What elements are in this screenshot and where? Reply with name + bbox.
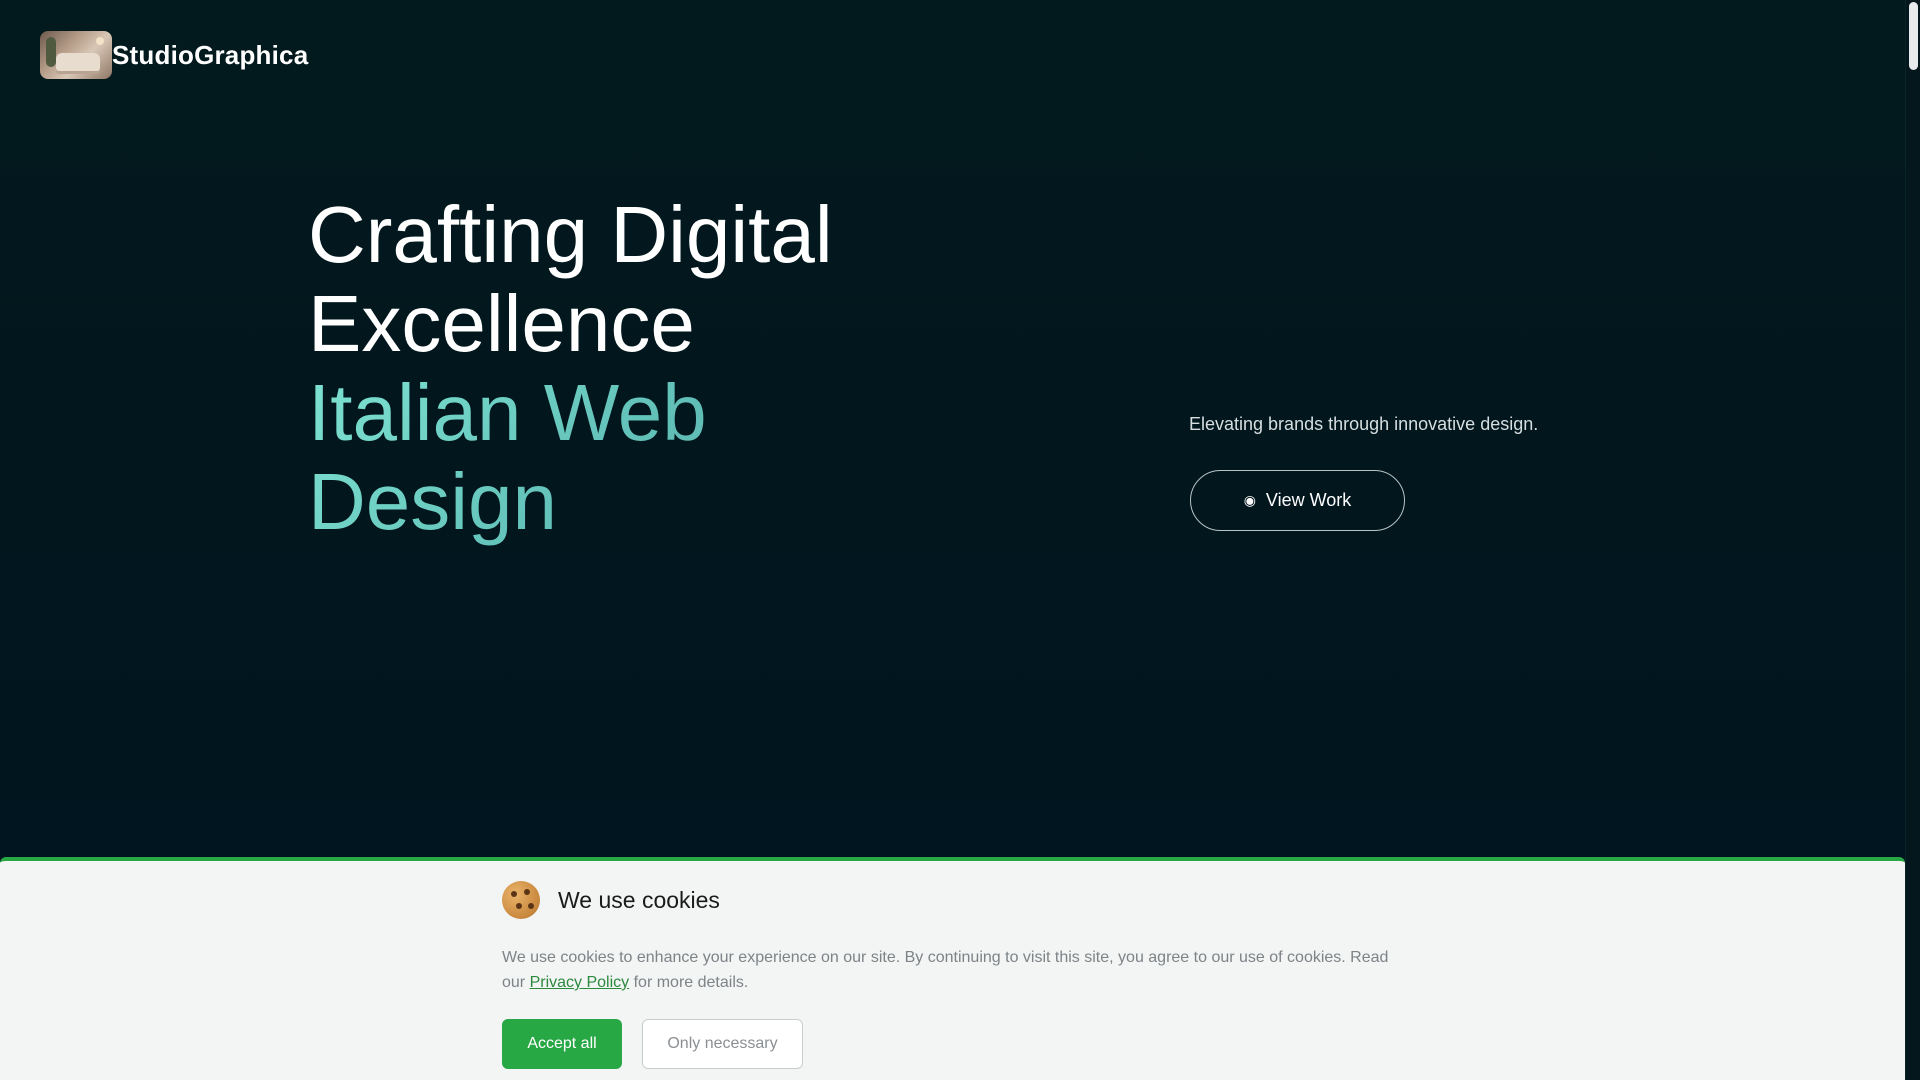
cookie-chip [511,891,517,897]
view-work-label: View Work [1265,490,1352,510]
brand-name[interactable]: StudioGraphica [112,40,308,71]
logo-plant-shape [46,37,56,67]
cookie-icon [502,881,540,919]
cookie-banner-header: We use cookies [502,881,1402,919]
cookie-buttons: Accept all Only necessary [502,1019,1402,1069]
view-work-button[interactable]: ◉ View Work [1190,470,1405,531]
cookie-chip [524,889,530,895]
hero-tagline: Elevating brands through innovative desi… [1189,414,1539,434]
hero-title-line2: Italian Web Design [308,368,928,546]
site-header: StudioGraphica [40,30,308,80]
cookie-banner-title: We use cookies [558,886,720,913]
eye-icon: ◉ [1243,492,1256,508]
cookie-banner: We use cookies We use cookies to enhance… [0,857,1905,1080]
privacy-policy-link[interactable]: Privacy Policy [530,974,630,991]
only-necessary-button[interactable]: Only necessary [642,1019,803,1069]
logo-lamp-shape [96,37,104,45]
hero-title: Crafting Digital Excellence Italian Web … [308,190,928,546]
hero-title-line1: Crafting Digital Excellence [308,190,833,368]
logo-image[interactable] [40,31,112,79]
accept-all-button[interactable]: Accept all [502,1019,622,1069]
cookie-chip [528,903,534,909]
logo-sofa-shape [56,53,100,71]
cookie-chip [516,903,522,909]
cookie-text-end: for more details. [629,974,749,991]
scrollbar[interactable] [1905,0,1920,1080]
cookie-banner-content: We use cookies We use cookies to enhance… [502,881,1402,1069]
scrollbar-thumb[interactable] [1909,2,1918,70]
page: StudioGraphica Crafting Digital Excellen… [0,0,1920,1080]
cookie-banner-text: We use cookies to enhance your experienc… [502,945,1402,995]
